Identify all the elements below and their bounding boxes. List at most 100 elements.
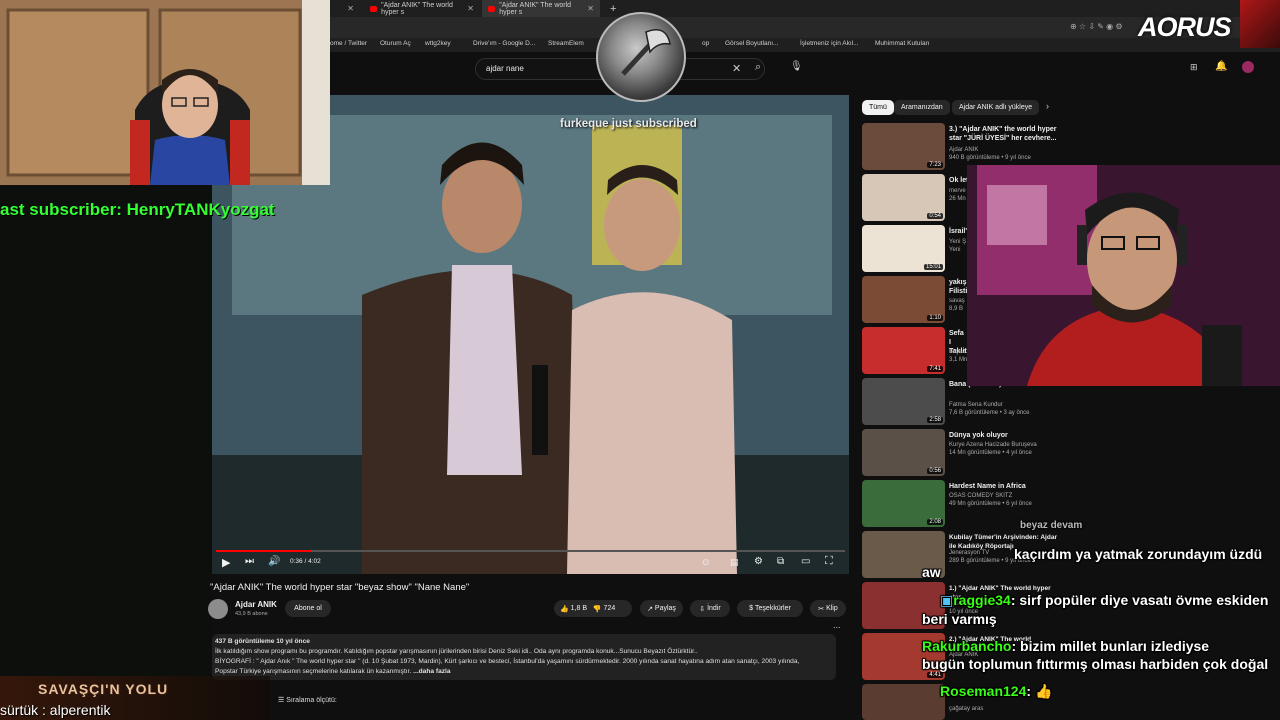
bookmark-item[interactable]: Görsel Boyutlanı... xyxy=(725,40,778,47)
subscribe-button[interactable]: Abone ol xyxy=(285,600,331,617)
avatar[interactable] xyxy=(1242,61,1254,73)
sort-icon: ☰ xyxy=(278,697,285,704)
rec-meta: Yeni xyxy=(949,247,961,253)
dislike-count[interactable]: 724 xyxy=(604,605,616,612)
sort-comments[interactable]: ☰ Sıralama ölçütü: xyxy=(278,696,337,704)
fullscreen-icon[interactable]: ⛶ xyxy=(825,555,833,568)
chat-badge-icon: ▣ xyxy=(940,592,954,608)
bookmark-item[interactable]: Muhimmat Kutuları xyxy=(875,40,930,47)
bookmark-item[interactable]: ome / Twitter xyxy=(330,40,367,47)
channel-name[interactable]: Ajdar ANIK xyxy=(235,600,277,609)
duration-badge: 2:58 xyxy=(927,417,943,423)
browser-tab[interactable]: "Ajdar ANIK" The world hyper s ✕ xyxy=(364,0,480,17)
create-icon[interactable]: ⊞ xyxy=(1190,62,1198,73)
sort-label: Sıralama ölçütü: xyxy=(286,697,337,704)
bookmark-item[interactable]: wttg2key xyxy=(425,40,451,47)
chip-uploader[interactable]: Ajdar ANIK adlı yükleye xyxy=(952,100,1040,115)
share-button[interactable]: ↗ Paylaş xyxy=(640,600,683,617)
rec-channel[interactable]: Ajdar ANIK xyxy=(949,147,978,153)
rec-channel[interactable]: Yeni Ş xyxy=(949,239,966,245)
recommendation-item[interactable]: 0:56 Dünya yok oluyor Kurye Azena Haciza… xyxy=(862,429,1280,479)
duration-badge: 4:41 xyxy=(927,672,943,678)
like-count[interactable]: 1,8 B xyxy=(571,605,587,612)
video-thumbnail[interactable]: 2:58 xyxy=(862,378,945,425)
chat-text: bugün toplumun fıttırmış olması harbiden… xyxy=(922,656,1269,672)
rec-channel[interactable]: merve xyxy=(949,188,966,194)
download-button[interactable]: ⇩ İndir xyxy=(690,600,730,617)
clip-button[interactable]: ✂ Klip xyxy=(810,600,846,617)
thanks-icon: $ xyxy=(749,605,754,612)
rec-channel[interactable]: OSAS COMEDY SKITZ xyxy=(949,493,1012,499)
aorus-logo: AORUS xyxy=(1138,12,1232,43)
chip-from-search[interactable]: Aramanızdan xyxy=(894,100,950,115)
theater-icon[interactable]: ▭ xyxy=(801,556,810,567)
miniplayer-icon[interactable]: ⧉ xyxy=(777,556,784,567)
alert-text: just subscribed xyxy=(608,118,697,130)
download-icon: ⇩ xyxy=(699,605,706,613)
microphone-icon[interactable]: 🎙 xyxy=(790,61,803,72)
rec-channel[interactable]: Jenerasyon TV xyxy=(949,550,989,556)
rec-title[interactable]: 3.) "Ajdar ANIK" the world hyper star "J… xyxy=(949,125,1059,143)
duration-badge: 0:54 xyxy=(927,213,943,219)
video-thumbnail[interactable]: 0:54 xyxy=(862,174,945,221)
play-icon[interactable]: ▶ xyxy=(222,556,230,569)
chat-username: Roseman124 xyxy=(940,683,1027,699)
autoplay-toggle[interactable]: ⊙ xyxy=(702,557,710,568)
rec-title[interactable]: Dünya yok oluyor xyxy=(949,431,1059,440)
logo-text: AORUS xyxy=(1138,12,1232,42)
clear-icon[interactable]: ✕ xyxy=(732,62,741,75)
video-thumbnail[interactable] xyxy=(862,684,945,720)
like-icon[interactable]: 👍 xyxy=(560,605,569,613)
search-query: ajdar nane xyxy=(486,64,524,73)
chat-text: kaçırdım ya yatmak zorundayım üzdü xyxy=(1014,546,1263,562)
tab-close-icon[interactable]: ✕ xyxy=(330,0,360,17)
brand-text: SAVAŞÇI'N YOLU xyxy=(38,681,169,697)
bookmark-item[interactable]: op xyxy=(702,40,709,47)
chat-message: kaçırdım ya yatmak zorundayım üzdü xyxy=(1014,546,1262,562)
rec-channel[interactable]: çağatay aras xyxy=(949,706,983,712)
chip-all[interactable]: Tümü xyxy=(862,100,894,115)
dislike-icon[interactable]: 👎 xyxy=(593,605,602,613)
video-thumbnail[interactable]: 0:56 xyxy=(862,429,945,476)
rec-channel[interactable]: Kurye Azena Hacizade Buruşeva xyxy=(949,442,1037,448)
rec-channel[interactable]: savaş xyxy=(949,298,965,304)
video-thumbnail[interactable]: 7:23 xyxy=(862,123,945,170)
close-icon[interactable]: ✕ xyxy=(467,4,474,13)
channel-avatar[interactable] xyxy=(208,599,228,619)
bookmark-item[interactable]: Oturum Aç xyxy=(380,40,411,47)
recommendation-item[interactable]: çağatay aras xyxy=(862,684,1280,720)
video-thumbnail[interactable]: 15:01 xyxy=(862,225,945,272)
gear-icon[interactable]: ⚙ xyxy=(754,556,763,567)
bookmark-item[interactable]: Drive'ım - Google D... xyxy=(473,40,535,47)
notifications-icon[interactable]: 🔔 xyxy=(1215,61,1227,72)
rec-title[interactable]: Hardest Name in Africa xyxy=(949,482,1059,491)
volume-icon[interactable]: 🔊 xyxy=(268,556,280,567)
chat-message: Roseman124: 👍 xyxy=(940,683,1052,700)
scissors-icon: ✂ xyxy=(818,605,825,613)
bookmark-item[interactable]: İşletmeniz için Akıl... xyxy=(800,40,859,47)
close-icon[interactable]: ✕ xyxy=(587,4,594,13)
tab-label: "Ajdar ANIK" The world hyper s xyxy=(499,1,572,16)
tab-label: "Ajdar ANIK" The world hyper s xyxy=(381,1,453,16)
rec-title[interactable]: yakışı Filisti xyxy=(949,278,968,296)
video-thumbnail[interactable]: 7:41 xyxy=(862,327,945,374)
rec-channel[interactable]: Fatma Sena Kundur xyxy=(949,402,1003,408)
captions-icon[interactable]: ▤ xyxy=(730,557,739,568)
chat-text: : 👍 xyxy=(1026,683,1053,699)
video-description[interactable]: 437 B görüntüleme 10 yıl önce İlk katıld… xyxy=(212,634,836,680)
rec-channel[interactable]: Beyaz xyxy=(949,349,966,355)
browser-tab-active[interactable]: "Ajdar ANIK" The world hyper s ✕ xyxy=(482,0,600,17)
more-options-icon[interactable]: ... xyxy=(833,620,841,630)
show-more-link[interactable]: ...daha fazla xyxy=(413,668,450,675)
rec-meta: 3,1 Mn xyxy=(949,357,968,363)
next-icon[interactable]: ⏭ xyxy=(245,556,254,567)
video-thumbnail[interactable]: 2:08 xyxy=(862,480,945,527)
chat-message: beri varmış xyxy=(922,611,997,627)
bookmark-item[interactable]: StreamElem xyxy=(548,40,584,47)
video-thumbnail[interactable]: 1:10 xyxy=(862,276,945,323)
chevron-right-icon[interactable]: › xyxy=(1046,101,1049,111)
toolbar-icons[interactable]: ⊕ ☆ ⇩ ✎ ◉ ⚙ xyxy=(1070,22,1123,31)
time-display: 0:36 / 4:02 xyxy=(290,558,321,565)
search-icon[interactable]: ⌕ xyxy=(755,61,761,74)
thanks-button[interactable]: $ Teşekkürler xyxy=(737,600,803,617)
